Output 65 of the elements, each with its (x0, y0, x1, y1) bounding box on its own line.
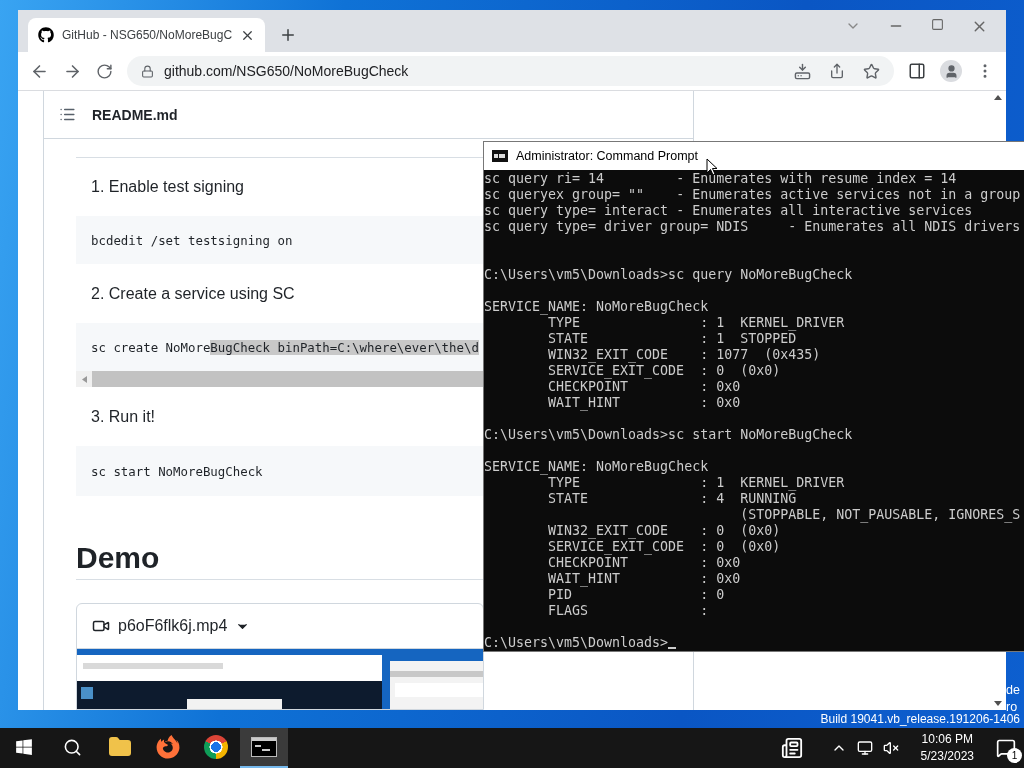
console-line: TYPE : 1 KERNEL_DRIVER (548, 315, 845, 331)
install-icon[interactable] (794, 62, 811, 80)
console-line: SERVICE_NAME: NoMoreBugCheck (484, 459, 709, 475)
console-line: WIN32_EXIT_CODE : 0 (0x0) (548, 523, 781, 539)
console-line: FLAGS : (548, 603, 709, 619)
console-line: STATE : 1 STOPPED (548, 331, 797, 347)
console-line: WIN32_EXIT_CODE : 1077 (0x435) (548, 347, 821, 363)
readme-title: README.md (92, 106, 178, 123)
site-logo-icon (38, 27, 54, 43)
console-line: CHECKPOINT : 0x0 (548, 555, 741, 571)
code-line: sc start NoMoreBugCheck (91, 463, 263, 479)
console-line: C:\Users\vm5\Downloads>sc query NoMoreBugCheck (484, 267, 853, 283)
browser-icon (204, 735, 228, 759)
windows-logo-icon (15, 738, 33, 756)
step-text: 1. Enable test signing (90, 177, 244, 197)
address-bar[interactable]: github.com/NSG650/NoMoreBugCheck (127, 56, 894, 86)
console-line: STATE : 4 RUNNING (548, 491, 797, 507)
profile-avatar[interactable] (940, 60, 962, 82)
console-line: WAIT_HINT : 0x0 (548, 571, 741, 587)
scroll-down-icon[interactable] (994, 701, 1002, 706)
build-text: Build 19041.vb_release.191206-1406 (820, 712, 1020, 726)
maximize-icon[interactable] (931, 18, 944, 31)
outline-icon[interactable] (59, 106, 76, 123)
console-line: sc query type= driver group= NDIS - Enumerates all NDIS drivers (484, 219, 1021, 235)
window-title: Administrator: Command Prompt (516, 149, 698, 163)
console-line: SERVICE_EXIT_CODE : 0 (0x0) (548, 363, 781, 379)
reload-icon[interactable] (96, 62, 113, 80)
watermark-text: de (1006, 682, 1020, 699)
console-line: (STOPPABLE, NOT_PAUSABLE, IGNORES_S (740, 507, 1021, 523)
share-icon[interactable] (829, 62, 845, 79)
clock[interactable]: 10:06 PM 5/23/2023 (920, 731, 974, 765)
notification-badge: 1 (1007, 748, 1022, 763)
console-line: TYPE : 1 KERNEL_DRIVER (548, 475, 845, 491)
console-line: sc queryex group= "" - Enumerates active services not in a group (484, 187, 1021, 203)
console-line: CHECKPOINT : 0x0 (548, 379, 741, 395)
folder-icon (108, 735, 132, 759)
volume-muted-icon[interactable] (882, 740, 899, 756)
step-text: 3. Run it! (90, 407, 156, 427)
taskbar-app[interactable] (240, 728, 288, 768)
search-icon (62, 737, 82, 757)
console-line: SERVICE_EXIT_CODE : 0 (0x0) (548, 539, 781, 555)
console-line: sc query type= interact - Enumerates all interactive services (484, 203, 973, 219)
console-line: PID : 0 (548, 587, 725, 603)
code-line: bcdedit /set testsigning on (91, 232, 293, 248)
section-heading: Demo (76, 540, 160, 576)
bookmark-star-icon[interactable] (863, 62, 880, 80)
step-text: 2. Create a service using SC (90, 284, 295, 304)
side-panel-icon[interactable] (908, 62, 926, 80)
console-icon (492, 150, 508, 162)
browser-tab[interactable]: GitHub - NSG650/NoMoreBugC (28, 18, 266, 52)
console-line: sc query ri= 14 - Enumerates with resume index = 14 (484, 171, 957, 187)
horizontal-scrollbar[interactable] (76, 371, 484, 387)
scroll-up-icon[interactable] (994, 95, 1002, 100)
console-line: C:\Users\vm5\Downloads>sc start NoMoreBugCheck (484, 427, 853, 443)
video-file-name[interactable]: p6oF6flk6j.mp4 (118, 617, 228, 635)
console-line: WAIT_HINT : 0x0 (548, 395, 741, 411)
news-icon[interactable] (780, 737, 803, 759)
fox-browser-icon (156, 735, 180, 759)
console-line: SERVICE_NAME: NoMoreBugCheck (484, 299, 709, 315)
console-line: C:\Users\vm5\Downloads> (484, 635, 669, 651)
network-icon[interactable] (856, 740, 873, 756)
lock-icon (141, 64, 154, 78)
watermark-text: ro (1006, 699, 1019, 714)
terminal-icon (251, 737, 277, 757)
code-line: sc create NoMoreBugCheck binPath=C:\where\ever\the\d (91, 339, 479, 355)
